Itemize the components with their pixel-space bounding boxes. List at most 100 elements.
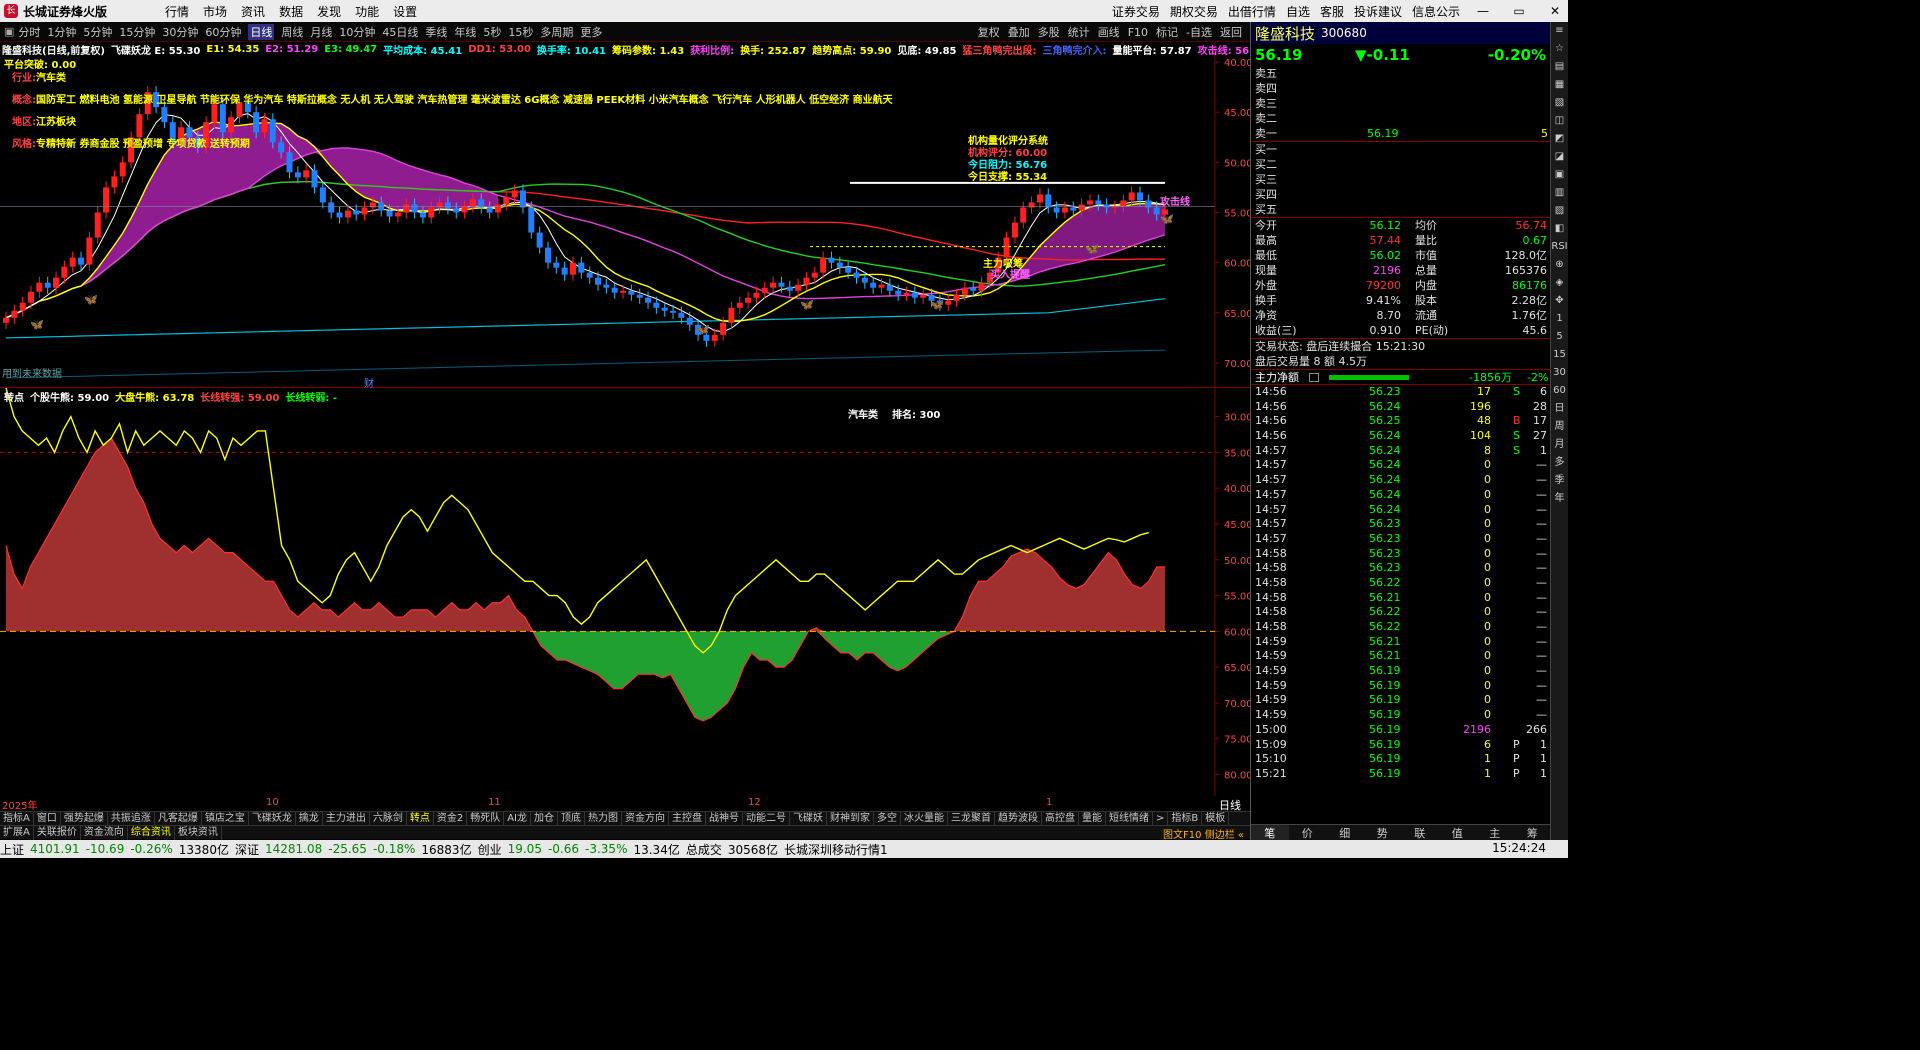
period-15[interactable]: 多周期 — [540, 24, 573, 40]
sell-level-2[interactable]: 卖三 — [1251, 96, 1550, 111]
panel-tab-5[interactable]: 值 — [1439, 825, 1477, 841]
buy-level-0[interactable]: 买一 — [1251, 142, 1550, 157]
buy-level-3[interactable]: 买四 — [1251, 187, 1550, 202]
side-icon-12[interactable]: RSI — [1551, 238, 1568, 256]
menu-5[interactable]: 功能 — [355, 3, 379, 20]
extension-tab-1[interactable]: 关联报价 — [34, 825, 81, 840]
tick-list[interactable]: 14:56 56.23 17 S 6 14:56 56.24 196 28 14:56 56.25 4… — [1251, 384, 1550, 782]
close-icon[interactable]: ✕ — [1542, 4, 1568, 18]
indicator-tab-22[interactable]: 财神到家 — [827, 811, 875, 826]
panel-tab-2[interactable]: 细 — [1326, 825, 1364, 841]
indicator-tab-27[interactable]: 高控盘 — [1042, 811, 1080, 826]
extension-tab-2[interactable]: 资金流向 — [81, 825, 128, 840]
indicator-tab-28[interactable]: 量能 — [1079, 811, 1107, 826]
side-icon-18[interactable]: 15 — [1551, 346, 1568, 364]
period-14[interactable]: 15秒 — [508, 24, 533, 40]
right-menu-6[interactable]: 信息公示 — [1412, 3, 1460, 20]
right-menu-1[interactable]: 期权交易 — [1170, 3, 1218, 20]
maximize-icon[interactable]: ▭ — [1506, 4, 1532, 18]
sell-level-3[interactable]: 卖二 — [1251, 111, 1550, 126]
side-icon-3[interactable]: ▦ — [1551, 76, 1568, 94]
period-2[interactable]: 5分钟 — [83, 24, 112, 40]
side-icon-26[interactable]: 年 — [1551, 490, 1568, 508]
tool-7[interactable]: -自选 — [1186, 24, 1212, 40]
side-icon-25[interactable]: 季 — [1551, 472, 1568, 490]
panel-tab-3[interactable]: 势 — [1364, 825, 1402, 841]
right-menu-4[interactable]: 客服 — [1320, 3, 1344, 20]
right-menu-3[interactable]: 自选 — [1286, 3, 1310, 20]
indicator-tab-7[interactable]: 擒龙 — [296, 811, 323, 826]
panel-tab-6[interactable]: 主 — [1476, 825, 1514, 841]
side-icon-0[interactable]: ≡ — [1551, 22, 1568, 40]
sell-level-1[interactable]: 卖四 — [1251, 81, 1550, 96]
menu-6[interactable]: 设置 — [393, 3, 417, 20]
side-icon-9[interactable]: ▥ — [1551, 184, 1568, 202]
indicator-tab-25[interactable]: 三龙聚首 — [948, 811, 996, 826]
indicator-tab-21[interactable]: 飞碟妖 — [790, 811, 828, 826]
sell-level-4[interactable]: 卖一 56.19 5 — [1251, 126, 1550, 141]
side-icon-22[interactable]: 周 — [1551, 418, 1568, 436]
side-icon-2[interactable]: ▤ — [1551, 58, 1568, 76]
indicator-tab-15[interactable]: 顶底 — [558, 811, 586, 826]
side-icon-19[interactable]: 30 — [1551, 364, 1568, 382]
period-16[interactable]: 更多 — [580, 24, 602, 40]
indicator-tab-2[interactable]: 强势起爆 — [61, 811, 108, 826]
indicator-tab-6[interactable]: 飞碟妖龙 — [249, 811, 296, 826]
tool-1[interactable]: 叠加 — [1008, 24, 1030, 40]
period-7[interactable]: 周线 — [281, 24, 303, 40]
indicator-tab-16[interactable]: 热力图 — [585, 811, 623, 826]
sell-level-0[interactable]: 卖五 — [1251, 66, 1550, 81]
flow-icon[interactable] — [1309, 373, 1319, 382]
side-icon-13[interactable]: ⊕ — [1551, 256, 1568, 274]
side-icon-24[interactable]: 多 — [1551, 454, 1568, 472]
indicator-tab-23[interactable]: 多空 — [874, 811, 902, 826]
panel-tab-4[interactable]: 联 — [1401, 825, 1439, 841]
side-icon-5[interactable]: ◫ — [1551, 112, 1568, 130]
right-menu-0[interactable]: 证券交易 — [1112, 3, 1160, 20]
side-icon-17[interactable]: 5 — [1551, 328, 1568, 346]
side-icon-16[interactable]: 1 — [1551, 310, 1568, 328]
indicator-tab-20[interactable]: 动能二号 — [743, 811, 791, 826]
period-10[interactable]: 45日线 — [382, 24, 418, 40]
indicator-tab-1[interactable]: 窗口 — [34, 811, 61, 826]
side-icon-8[interactable]: ▣ — [1551, 166, 1568, 184]
side-icon-14[interactable]: ◈ — [1551, 274, 1568, 292]
indicator-tab-11[interactable]: 资金2 — [434, 811, 468, 826]
indicator-tab-30[interactable]: > — [1153, 811, 1169, 826]
tool-3[interactable]: 统计 — [1068, 24, 1090, 40]
period-8[interactable]: 月线 — [310, 24, 332, 40]
indicator-tab-0[interactable]: 指标A — [0, 811, 34, 826]
turning-point-chart[interactable]: 80.00 75.00 70.00 65.00 60.00 55.00 50.00 45.00… — [0, 388, 1250, 796]
indicator-tab-9[interactable]: 六脉剑 — [370, 811, 407, 826]
minimize-icon[interactable]: — — [1470, 4, 1496, 18]
panel-tab-1[interactable]: 价 — [1289, 825, 1327, 841]
period-1[interactable]: 1分钟 — [47, 24, 76, 40]
indicator-tab-17[interactable]: 资金方向 — [622, 811, 670, 826]
period-12[interactable]: 年线 — [454, 24, 476, 40]
menu-3[interactable]: 数据 — [279, 3, 303, 20]
period-6[interactable]: 日线 — [248, 23, 275, 40]
tool-2[interactable]: 多股 — [1038, 24, 1060, 40]
buy-level-4[interactable]: 买五 — [1251, 202, 1550, 217]
indicator-tab-31[interactable]: 指标B — [1168, 811, 1203, 826]
extension-tab-3[interactable]: 综合资讯 — [128, 825, 175, 840]
panel-tab-0[interactable]: 笔 — [1251, 824, 1289, 841]
indicator-tab-13[interactable]: AI龙 — [504, 811, 532, 826]
side-icon-21[interactable]: 日 — [1551, 400, 1568, 418]
period-0[interactable]: 分时 — [18, 24, 40, 40]
sz-index-label[interactable]: 深证 — [235, 841, 259, 858]
side-icon-20[interactable]: 60 — [1551, 382, 1568, 400]
tool-5[interactable]: F10 — [1128, 26, 1148, 39]
extension-tab-0[interactable]: 扩展A — [0, 825, 34, 840]
indicator-tab-5[interactable]: 镇店之宝 — [202, 811, 249, 826]
side-icon-10[interactable]: ▨ — [1551, 202, 1568, 220]
menu-2[interactable]: 资讯 — [241, 3, 265, 20]
side-icon-7[interactable]: ◪ — [1551, 148, 1568, 166]
period-3[interactable]: 15分钟 — [119, 24, 155, 40]
right-menu-5[interactable]: 投诉建议 — [1354, 3, 1402, 20]
tool-8[interactable]: 返回 — [1220, 24, 1242, 40]
period-5[interactable]: 60分钟 — [205, 24, 241, 40]
panel-tab-7[interactable]: 筹 — [1514, 825, 1552, 841]
indicator-tab-18[interactable]: 主控盘 — [669, 811, 707, 826]
period-9[interactable]: 10分钟 — [339, 24, 375, 40]
